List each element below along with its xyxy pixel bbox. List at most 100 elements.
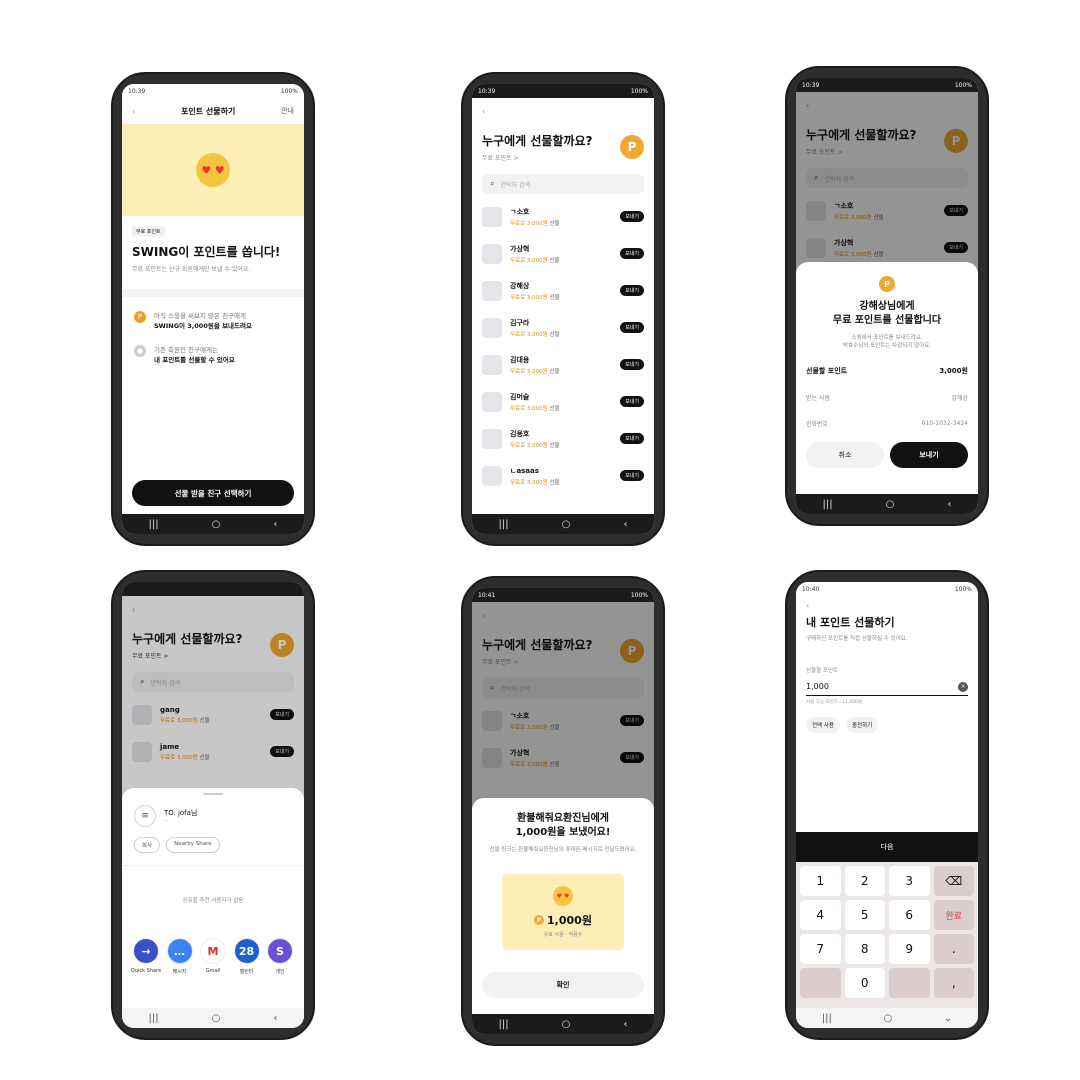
content: ‹ 내 포인트 선물하기 구매하신 포인트를 직접 선물하실 수 있어요. 선물… [796, 596, 978, 1008]
home-icon[interactable]: ○ [886, 499, 895, 510]
status-time: 10:39 [478, 87, 496, 95]
done-key[interactable]: 완료 [933, 900, 974, 930]
point-amount: 무료로 3,000원 [510, 220, 548, 227]
back-nav-icon[interactable]: ‹ [273, 519, 277, 530]
back-icon[interactable]: ‹ [132, 107, 135, 116]
back-nav-icon[interactable]: ‹ [947, 499, 951, 510]
next-button[interactable]: 다음 [796, 832, 978, 862]
info-text-bold: SWING이 3,000원을 보내드려요 [154, 322, 252, 330]
keypad-key[interactable]: 0 [844, 968, 885, 998]
avatar [482, 206, 502, 227]
keypad-key[interactable] [889, 968, 930, 998]
point-suffix: 선물 [549, 294, 560, 301]
avatar [482, 317, 502, 338]
info-row-free: P 아직 스윙을 써보지 않은 친구에게 SWING이 3,000원을 보내드려요 [134, 311, 292, 331]
share-app[interactable]: M Gmail [197, 938, 229, 975]
home-icon[interactable]: ○ [562, 519, 571, 530]
app-label: Gmail [205, 968, 221, 974]
keypad-key[interactable]: 6 [889, 900, 930, 930]
send-button[interactable]: 보내기 [620, 285, 644, 296]
keypad-key[interactable]: . [933, 934, 974, 964]
confirm-desc: 스윙에서 포인트를 보내드려요. 박효수님의 포인트는 차감되지 않아요. [796, 334, 978, 350]
home-icon[interactable]: ○ [212, 519, 221, 530]
send-button[interactable]: 보내기 [620, 211, 644, 222]
share-app[interactable]: … 메시지 [164, 938, 196, 975]
gift-voucher: ♥ ♥ P 1,000원 유효 사용 · 적용수 [502, 874, 624, 950]
select-friend-button[interactable]: 선물 받을 친구 선택하기 [132, 480, 294, 506]
contact-info: 김대용무료로 3,000원 선물 [510, 355, 620, 375]
point-amount: 무료로 3,000원 [510, 331, 548, 338]
detail-value: 010-1032-3424 [921, 419, 968, 427]
backspace-key[interactable]: ⌫ [933, 866, 974, 896]
cancel-button[interactable]: 취소 [806, 442, 884, 468]
keypad-key[interactable]: 7 [800, 934, 841, 964]
coin-icon: P [534, 915, 545, 925]
recent-apps-icon[interactable]: ||| [499, 519, 509, 530]
contact-name: 김대용 [510, 355, 530, 364]
phone-2: 10:39 100% ‹ 누구에게 선물할까요? 무료 포인트 > P ⌕ 연락처 검… [461, 72, 665, 546]
share-app[interactable]: → Quick Share [130, 938, 162, 975]
sent-title: 환불해줘요환진님에게 1,000원을 보냈어요! [472, 812, 654, 840]
send-button[interactable]: 보내기 [620, 359, 644, 370]
keypad-key[interactable]: 4 [800, 900, 841, 930]
free-point-link[interactable]: 무료 포인트 > [482, 153, 593, 162]
contact-row: 김대용무료로 3,000원 선물 보내기 [472, 346, 654, 383]
contact-name: 가상혁 [510, 244, 530, 253]
use-all-button[interactable]: 전액 사용 [806, 717, 840, 733]
recent-apps-icon[interactable]: ||| [149, 1013, 159, 1024]
info-row-member: ● 기존 회원인 친구에게는 내 포인트를 선물할 수 있어요 [134, 345, 292, 365]
contact-name: 김구라 [510, 318, 530, 327]
nearby-share-chip[interactable]: Nearby Share [166, 837, 220, 853]
recent-apps-icon[interactable]: ||| [823, 499, 833, 510]
search-placeholder: 연락처 검색 [500, 181, 530, 189]
keypad-key[interactable]: , [933, 968, 974, 998]
back-nav-icon[interactable]: ‹ [273, 1013, 277, 1024]
search-input[interactable]: ⌕ 연락처 검색 [482, 174, 644, 194]
page-title: 포인트 선물하기 [181, 106, 236, 116]
contact-point: 무료로 3,000원 선물 [510, 367, 620, 375]
contact-info: 가상혁 무료로 3,000원 선물 [510, 244, 620, 264]
recent-apps-icon[interactable]: ||| [822, 1013, 832, 1024]
voucher-amount: P 1,000원 [534, 912, 592, 928]
avatar [482, 465, 502, 486]
keypad-key[interactable]: 5 [844, 900, 885, 930]
send-button[interactable]: 보내기 [620, 433, 644, 444]
send-button[interactable]: 보내기 [620, 322, 644, 333]
phone-6: 10:40 100% ‹ 내 포인트 선물하기 구매하신 포인트를 직접 선물하실… [785, 570, 989, 1040]
share-app[interactable]: 28 캘린더 [231, 938, 263, 975]
keypad-key[interactable]: 8 [844, 934, 885, 964]
send-button[interactable]: 보내기 [620, 470, 644, 481]
keypad-key[interactable]: 3 [889, 866, 930, 896]
system-nav-bar: ||| ○ ⌄ [796, 1008, 978, 1028]
point-input[interactable]: 1,000 × [806, 678, 968, 696]
charge-button[interactable]: 충전하기 [846, 717, 879, 733]
contact-name: ㄴasaas [510, 466, 539, 475]
back-nav-icon[interactable]: ‹ [623, 1019, 627, 1030]
keypad-key[interactable]: 1 [800, 866, 841, 896]
back-icon[interactable]: ‹ [806, 601, 809, 610]
clear-icon[interactable]: × [958, 681, 968, 692]
copy-chip[interactable]: 복사 [134, 837, 161, 853]
keypad-key[interactable]: 9 [889, 934, 930, 964]
point-amount: 무료로 3,000원 [510, 257, 548, 264]
home-icon[interactable]: ○ [212, 1013, 221, 1024]
app-label: Quick Share [130, 968, 162, 974]
keypad-key[interactable]: 2 [844, 866, 885, 896]
recent-apps-icon[interactable]: ||| [149, 519, 159, 530]
home-icon[interactable]: ○ [883, 1013, 892, 1024]
send-button[interactable]: 보내기 [620, 396, 644, 407]
phone-3-screen: 10:39 100% ‹ 누구에게 선물할까요? 무료 포인트 > P ⌕ 연락처 검… [796, 78, 978, 514]
home-icon[interactable]: ○ [562, 1019, 571, 1030]
hide-keyboard-icon[interactable]: ⌄ [944, 1013, 952, 1024]
status-bar: 10:39 100% [472, 84, 654, 98]
share-app[interactable]: S 개인 [264, 938, 296, 975]
send-button[interactable]: 보내기 [890, 442, 968, 468]
back-nav-icon[interactable]: ‹ [623, 519, 627, 530]
back-icon[interactable]: ‹ [482, 107, 485, 116]
help-link[interactable]: 안내 [281, 106, 294, 116]
confirm-button[interactable]: 확인 [482, 972, 644, 998]
send-button[interactable]: 보내기 [620, 248, 644, 259]
phone-5: 10:41 100% ‹ 누구에게 선물할까요? 무료 포인트 > P ⌕ 연락처 검… [461, 576, 665, 1046]
recent-apps-icon[interactable]: ||| [499, 1019, 509, 1030]
keypad-key[interactable] [800, 968, 841, 998]
